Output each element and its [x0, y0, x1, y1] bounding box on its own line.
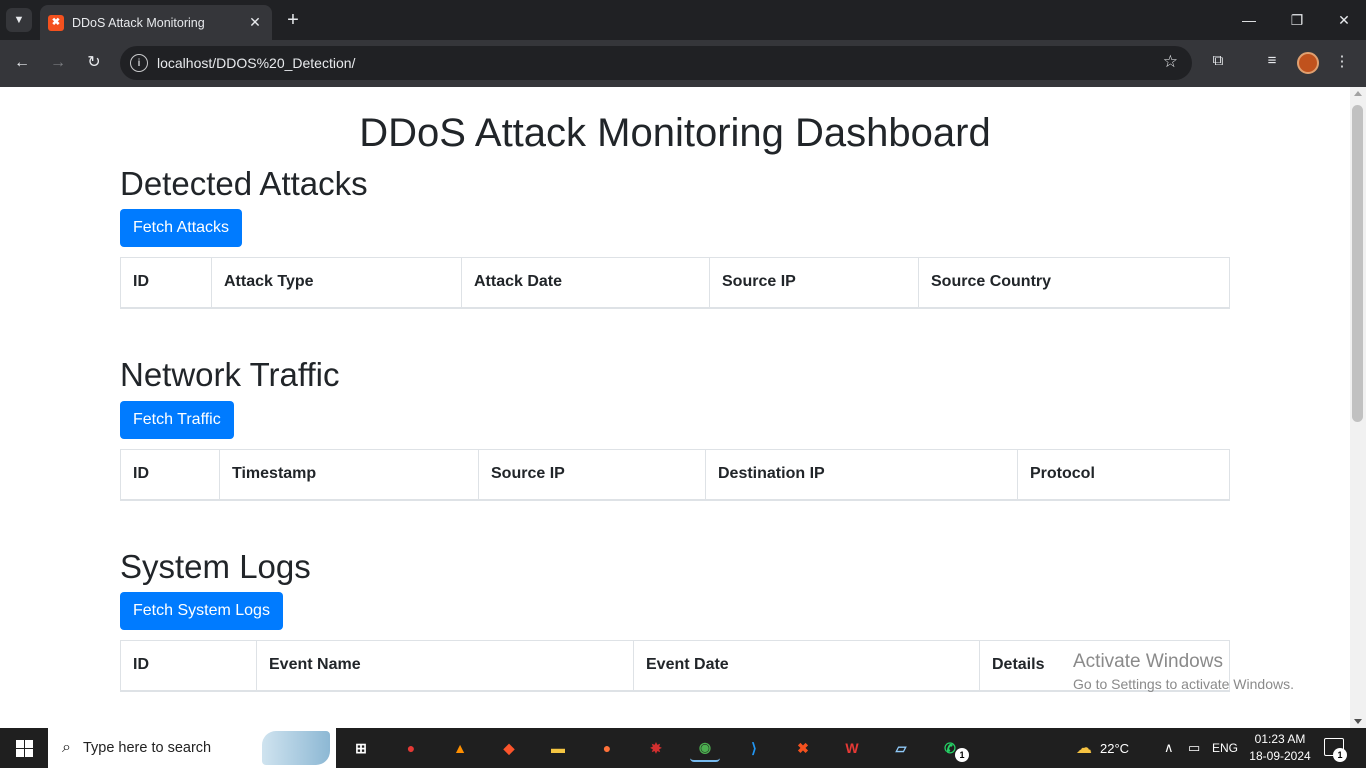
- weather-icon: ☁: [1076, 740, 1092, 757]
- column-header[interactable]: Destination IP: [705, 449, 1018, 501]
- search-placeholder: Type here to search: [82, 740, 212, 756]
- weather-widget[interactable]: ☁ 22°C: [1076, 728, 1129, 768]
- browser-toolbar: ← → ↻ i localhost/DDOS%20_Detection/ ☆ ⧉…: [0, 40, 1366, 87]
- back-icon[interactable]: ←: [10, 52, 34, 74]
- section-title-detected-attacks: Detected Attacks: [120, 165, 368, 202]
- security-app-icon[interactable]: ✸: [641, 734, 671, 762]
- vscode-icon[interactable]: ⟩: [739, 734, 769, 762]
- fetch-system-logs-button[interactable]: Fetch System Logs: [120, 592, 283, 630]
- xampp-favicon-icon: ✖: [48, 14, 64, 31]
- taskbar-clock[interactable]: 01:23 AM 18-09-2024: [1248, 731, 1312, 765]
- table-header-row: ID Event Name Event Date Details: [120, 640, 1230, 692]
- activate-windows-watermark: Activate Windows Go to Settings to activ…: [1073, 651, 1294, 695]
- browser-tab[interactable]: ✖ DDoS Attack Monitoring ✕: [40, 5, 272, 40]
- attacks-table: ID Attack Type Attack Date Source IP Sou…: [120, 257, 1230, 309]
- taskbar-search-box[interactable]: ⌕ Type here to search: [48, 728, 336, 768]
- column-header[interactable]: ID: [120, 257, 212, 309]
- show-hidden-icons-icon[interactable]: ∧: [1164, 728, 1174, 768]
- close-window-icon[interactable]: ✕: [1332, 8, 1356, 32]
- browser-tab-strip: ▼ ✖ DDoS Attack Monitoring ✕ + — ❐ ✕: [0, 0, 1366, 40]
- weather-temperature: 22°C: [1100, 740, 1130, 756]
- column-header[interactable]: ID: [120, 640, 257, 692]
- address-bar[interactable]: i localhost/DDOS%20_Detection/ ☆: [120, 46, 1192, 80]
- column-header[interactable]: Event Date: [633, 640, 980, 692]
- brave-browser-icon[interactable]: ◆: [494, 734, 524, 762]
- page-content: DDoS Attack Monitoring Dashboard Detecte…: [0, 87, 1350, 728]
- activate-windows-subtitle: Go to Settings to activate Windows.: [1073, 676, 1294, 692]
- page-scrollbar[interactable]: [1350, 87, 1366, 728]
- column-header[interactable]: Protocol: [1017, 449, 1230, 501]
- tab-search-icon[interactable]: ▼: [6, 8, 32, 32]
- screen-recorder-icon[interactable]: ●: [396, 734, 426, 762]
- whatsapp-badge: 1: [955, 748, 969, 762]
- reload-icon[interactable]: ↻: [82, 52, 106, 74]
- table-header-row: ID Timestamp Source IP Destination IP Pr…: [120, 449, 1230, 501]
- tab-title: DDoS Attack Monitoring: [72, 15, 205, 30]
- language-indicator[interactable]: ENG: [1212, 728, 1238, 768]
- task-view-icon[interactable]: ⊞: [346, 734, 376, 762]
- restore-icon[interactable]: ❐: [1285, 8, 1309, 32]
- site-info-icon[interactable]: i: [130, 54, 148, 72]
- firefox-icon[interactable]: ●: [592, 734, 622, 762]
- minimize-icon[interactable]: —: [1237, 8, 1261, 32]
- scrollbar-thumb[interactable]: [1352, 105, 1363, 422]
- windows-taskbar: ⌕ Type here to search ⊞ ● ▲ ◆ ▬ ● ✸ ◉ ⟩ …: [0, 728, 1366, 768]
- chrome-icon[interactable]: ◉: [690, 734, 720, 762]
- fetch-attacks-button[interactable]: Fetch Attacks: [120, 209, 243, 247]
- column-header[interactable]: Event Name: [256, 640, 634, 692]
- column-header[interactable]: Attack Type: [211, 257, 462, 309]
- scroll-down-arrow-icon[interactable]: [1354, 719, 1362, 724]
- traffic-table: ID Timestamp Source IP Destination IP Pr…: [120, 449, 1230, 501]
- wps-office-icon[interactable]: W: [837, 734, 867, 762]
- system-logs-table: ID Event Name Event Date Details: [120, 640, 1230, 692]
- xampp-icon[interactable]: ✖: [788, 734, 818, 762]
- menu-icon[interactable]: ⋮: [1330, 52, 1354, 70]
- scroll-up-arrow-icon[interactable]: [1354, 91, 1362, 96]
- column-header[interactable]: Source Country: [918, 257, 1230, 309]
- battery-icon[interactable]: ▭: [1188, 728, 1200, 768]
- fetch-traffic-button[interactable]: Fetch Traffic: [120, 401, 234, 439]
- windows-start-icon[interactable]: [0, 728, 48, 768]
- notepad-icon[interactable]: ▱: [886, 734, 916, 762]
- url-text[interactable]: localhost/DDOS%20_Detection/: [157, 55, 355, 71]
- page-title: DDoS Attack Monitoring Dashboard: [359, 111, 991, 155]
- clock-time: 01:23 AM: [1254, 732, 1306, 746]
- forward-icon[interactable]: →: [46, 52, 70, 74]
- column-header[interactable]: Source IP: [709, 257, 919, 309]
- bookmark-star-icon[interactable]: ☆: [1163, 52, 1178, 72]
- profile-avatar[interactable]: [1297, 52, 1319, 74]
- column-header[interactable]: Attack Date: [461, 257, 710, 309]
- column-header[interactable]: Timestamp: [219, 449, 479, 501]
- section-title-network-traffic: Network Traffic: [120, 356, 340, 393]
- search-icon: ⌕: [62, 739, 71, 756]
- search-highlight-image: [262, 731, 330, 765]
- table-header-row: ID Attack Type Attack Date Source IP Sou…: [120, 257, 1230, 309]
- notification-count-badge: 1: [1333, 748, 1347, 762]
- extensions-icon[interactable]: ⧉: [1206, 52, 1230, 69]
- vlc-icon[interactable]: ▲: [445, 734, 475, 762]
- file-explorer-icon[interactable]: ▬: [543, 734, 573, 762]
- section-title-system-logs: System Logs: [120, 548, 311, 585]
- close-tab-icon[interactable]: ✕: [246, 14, 264, 31]
- media-control-icon[interactable]: ≡: [1260, 52, 1284, 69]
- column-header[interactable]: Source IP: [478, 449, 706, 501]
- clock-date: 18-09-2024: [1249, 749, 1311, 763]
- activate-windows-title: Activate Windows: [1073, 651, 1223, 672]
- new-tab-icon[interactable]: +: [282, 8, 304, 32]
- column-header[interactable]: ID: [120, 449, 220, 501]
